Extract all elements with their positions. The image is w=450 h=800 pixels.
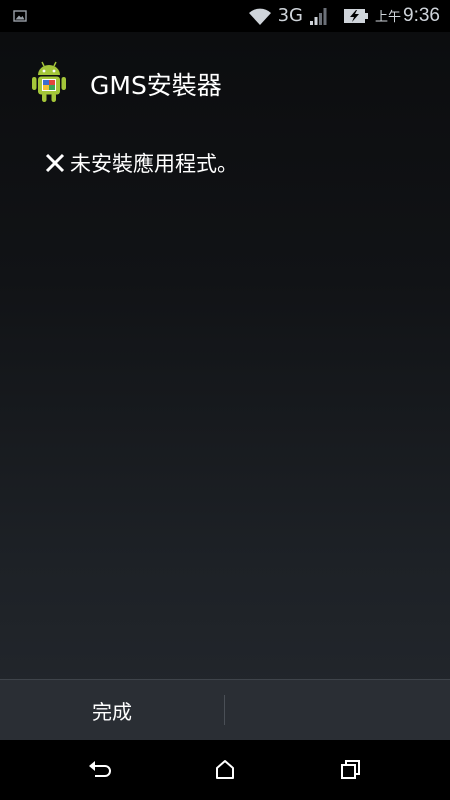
- page-title: GMS安裝器: [90, 71, 222, 100]
- recents-icon: [341, 760, 360, 779]
- app-header: GMS安裝器: [0, 50, 450, 114]
- done-button[interactable]: 完成: [0, 680, 224, 741]
- home-button[interactable]: [211, 756, 239, 784]
- status-clock: 9:36: [403, 5, 440, 26]
- battery-charging-icon: [344, 9, 368, 23]
- back-icon: [89, 761, 111, 777]
- back-button[interactable]: [86, 756, 114, 784]
- status-message: 未安裝應用程式。: [44, 148, 238, 178]
- status-icons: 3G 上午 9:36: [248, 0, 440, 32]
- wifi-icon: [248, 8, 271, 25]
- recents-button[interactable]: [336, 756, 364, 784]
- navigation-bar: [0, 740, 450, 800]
- image-icon: [13, 10, 27, 22]
- status-message-text: 未安裝應用程式。: [70, 152, 238, 176]
- signal-icon: [310, 8, 327, 25]
- empty-button-slot: [225, 680, 450, 741]
- network-type: 3G: [277, 5, 303, 26]
- status-bar: 3G 上午 9:36: [0, 0, 450, 32]
- status-ampm: 上午: [375, 10, 402, 25]
- status-time: 上午 9:36: [375, 5, 440, 27]
- close-icon: [45, 153, 65, 173]
- android-icon: [32, 61, 66, 102]
- button-bar: 完成: [0, 679, 450, 741]
- home-icon: [216, 760, 234, 779]
- screen: 3G 上午 9:36 GMS安裝器 未安裝應用程式。 完成: [0, 0, 450, 800]
